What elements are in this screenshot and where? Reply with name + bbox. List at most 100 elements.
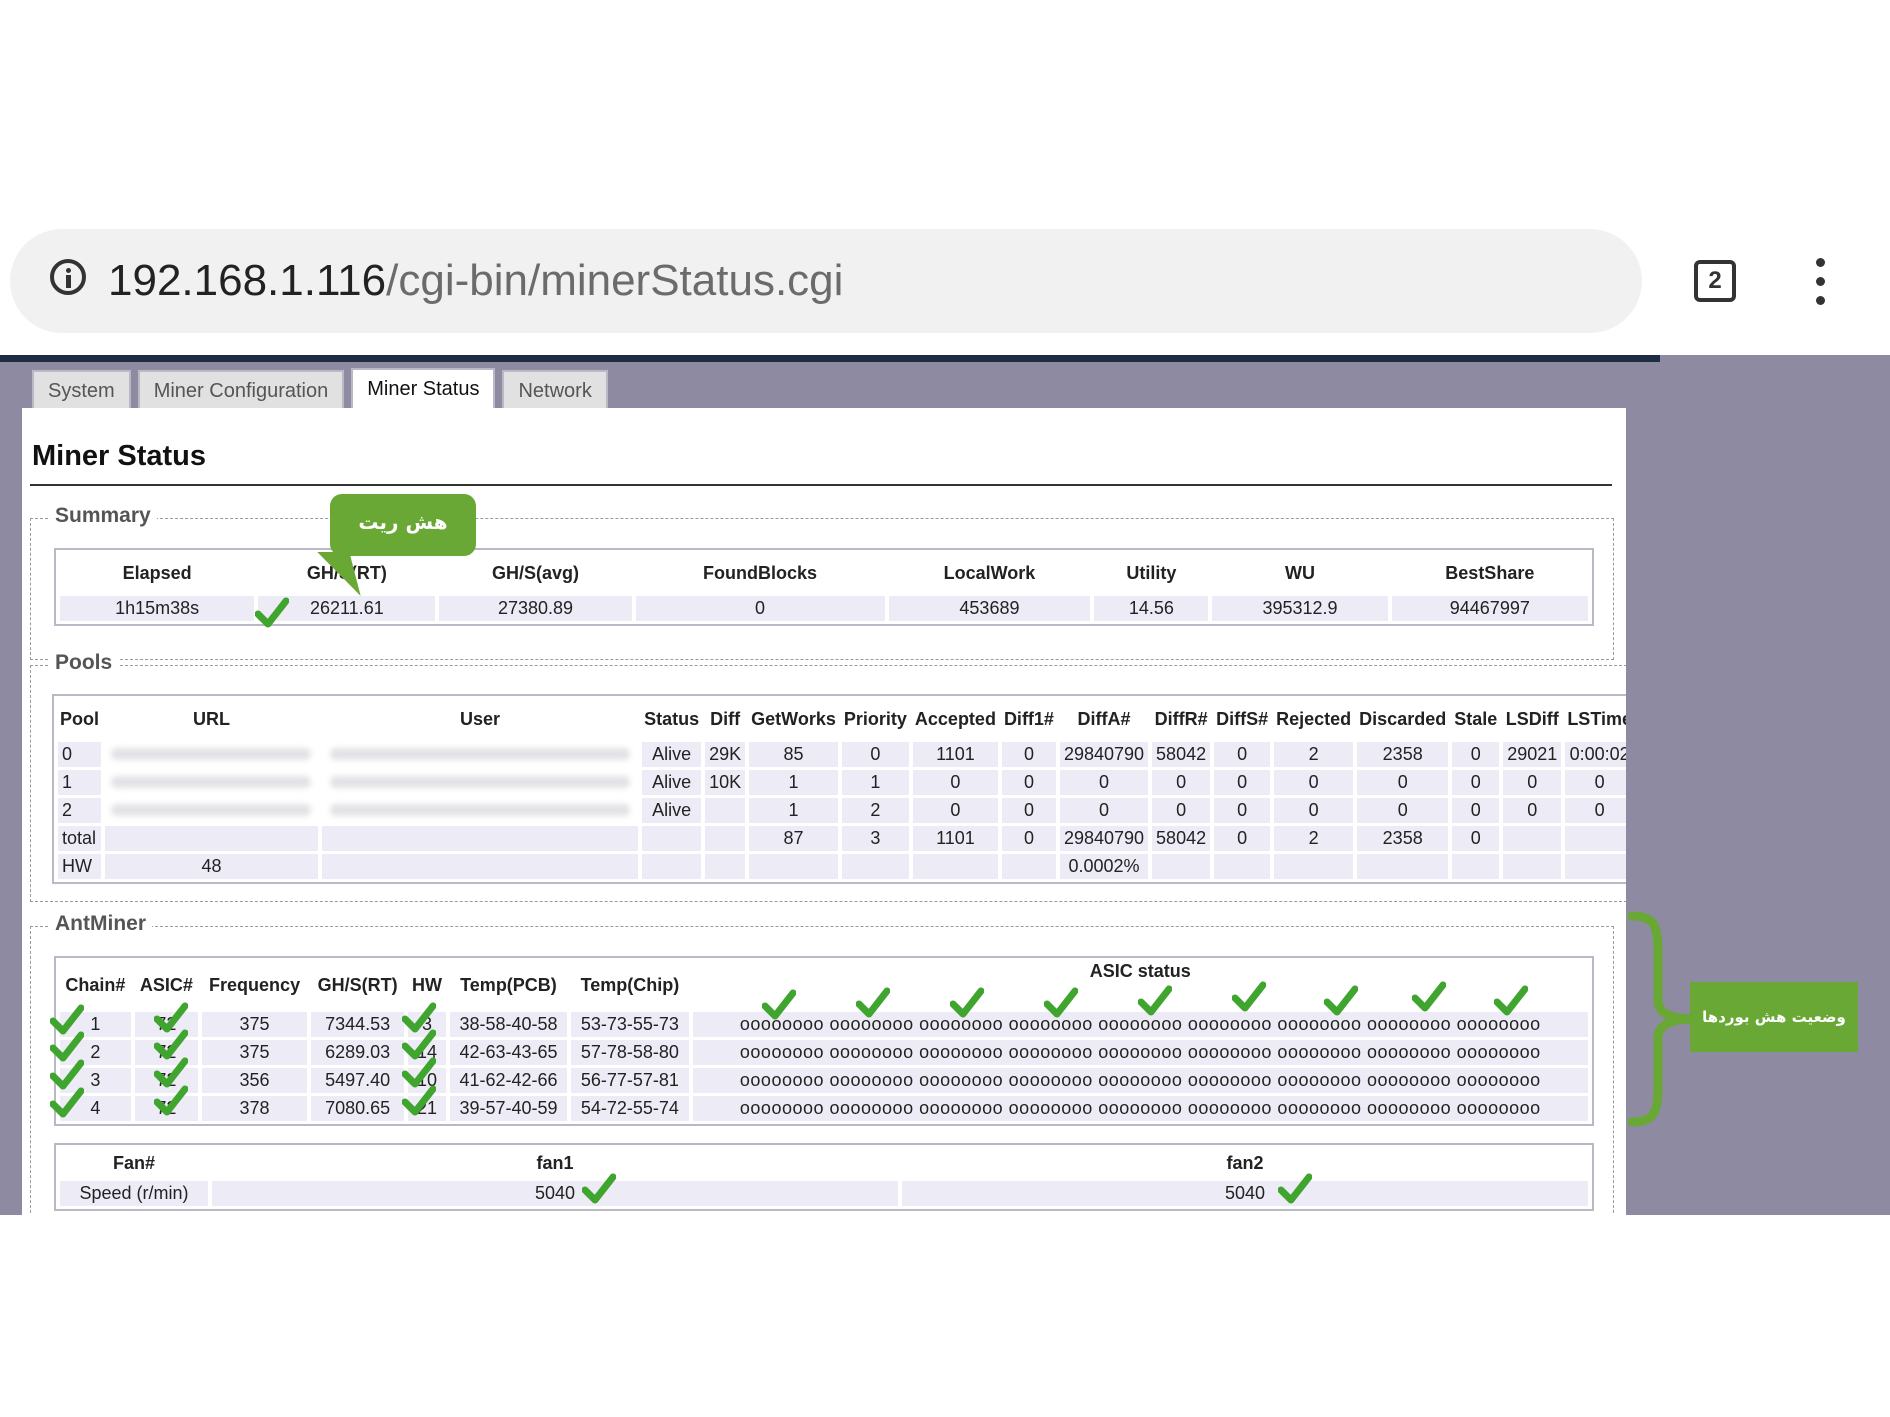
check-icon: [762, 988, 796, 1022]
pool-cell: 0: [1001, 770, 1056, 795]
antminer-header-row: Chain# ASIC# Frequency GH/S(RT) HW Temp(…: [60, 961, 1588, 1009]
pool-cell: 0: [1001, 798, 1056, 823]
pool-cell: [321, 798, 639, 823]
summary-row: 1h15m38s 26211.61 27380.89 0 453689 14.5…: [60, 596, 1588, 621]
antminer-legend: AntMiner: [49, 912, 152, 936]
col-ghs-avg: GH/S(avg): [491, 562, 579, 583]
pool-cell: 1101: [912, 742, 998, 767]
fan2-speed: 5040: [902, 1181, 1588, 1206]
pool-cell: 0: [1152, 770, 1211, 795]
pool-cell: 0.0002%: [1059, 854, 1149, 879]
check-icon: [950, 986, 984, 1020]
tab-network[interactable]: Network: [502, 370, 608, 408]
pool-row: 0 Alive 29K 85 0 1101 0 29840790 58042 0 2 2358 0 290…: [58, 742, 1626, 767]
chain-cell: 56-77-57-81: [571, 1068, 689, 1093]
overflow-menu-icon[interactable]: [1812, 258, 1828, 306]
pools-header-row: Pool URL User Status Diff GetWorks Prior…: [58, 699, 1626, 739]
pool-cell: 0: [1357, 770, 1449, 795]
chain-cell: 356: [201, 1068, 308, 1093]
col-discarded: Discarded: [1359, 708, 1447, 729]
pool-cell: [642, 854, 702, 879]
fans-header-row: Fan# fan1 fan2: [60, 1148, 1588, 1178]
chain-cell: 41-62-42-66: [449, 1068, 568, 1093]
pool-cell: 0: [841, 742, 909, 767]
chain-cell: 38-58-40-58: [449, 1012, 568, 1037]
pool-cell: 2: [1274, 742, 1354, 767]
tab-miner-configuration[interactable]: Miner Configuration: [137, 370, 345, 408]
pool-cell: 0: [1452, 742, 1500, 767]
col-diff: Diff: [710, 708, 741, 729]
col-priority: Priority: [843, 708, 907, 729]
pool-cell: [1565, 854, 1626, 879]
col-bestshare: BestShare: [1445, 562, 1535, 583]
pool-cell: [105, 798, 318, 823]
pool-cell: 0: [912, 798, 998, 823]
pool-cell: 0: [1214, 798, 1271, 823]
fans-speed-row: Speed (r/min) 5040 5040: [60, 1181, 1588, 1206]
pools-legend: Pools: [49, 651, 119, 675]
chain-cell: 54-72-55-74: [571, 1096, 689, 1121]
tab-miner-status[interactable]: Miner Status: [351, 368, 496, 410]
asic-status-cell: oooooooo oooooooo oooooooo oooooooo oooo…: [692, 1068, 1588, 1093]
pool-cell: 0: [1214, 742, 1271, 767]
tab-system[interactable]: System: [32, 370, 131, 408]
fan1-speed: 5040: [212, 1181, 898, 1206]
pool-cell: 0: [1214, 770, 1271, 795]
elapsed-value: 1h15m38s: [60, 596, 255, 621]
redacted-text: [330, 776, 631, 788]
col-diffs: DiffS#: [1216, 708, 1269, 729]
wu-value: 395312.9: [1212, 596, 1388, 621]
pools-table: Pool URL User Status Diff GetWorks Prior…: [52, 694, 1626, 884]
info-icon[interactable]: [50, 259, 86, 295]
pool-cell: [912, 854, 998, 879]
pool-cell: 0: [1357, 798, 1449, 823]
pool-cell: [105, 742, 318, 767]
pool-cell: [705, 798, 746, 823]
chain-cell: 375: [201, 1012, 308, 1037]
pool-cell: 0: [1565, 770, 1626, 795]
check-icon: [856, 986, 890, 1020]
pool-cell: 0: [1059, 770, 1149, 795]
pool-cell: 29840790: [1059, 826, 1149, 851]
col-user: User: [460, 708, 501, 729]
tab-bar: System Miner Configuration Miner Status …: [32, 368, 608, 410]
col-chain-ghs: GH/S(RT): [317, 974, 398, 995]
chain-cell: 6289.03: [311, 1040, 405, 1065]
pool-cell: 0: [1452, 826, 1500, 851]
pool-row: 2 Alive 1 2 0 0 0 0 0 0 0 0 0 0: [58, 798, 1626, 823]
check-icon: [50, 1086, 84, 1120]
check-icon: [582, 1172, 616, 1206]
url-text[interactable]: 192.168.1.116/cgi-bin/minerStatus.cgi: [108, 251, 843, 311]
col-fan1: fan1: [536, 1152, 574, 1173]
pool-cell: 0: [1565, 798, 1626, 823]
pool-cell: [642, 826, 702, 851]
pool-cell: 2: [1274, 826, 1354, 851]
check-icon: [1232, 980, 1266, 1014]
content-panel: Miner Status Summary Elapsed GH/S(RT) GH…: [22, 408, 1626, 1215]
chain-row: 3 72 356 5497.40 10 41-62-42-66 56-77-57-81 ooo…: [60, 1068, 1588, 1093]
check-icon: [1278, 1172, 1312, 1206]
check-icon: [1138, 984, 1172, 1018]
tab-switcher-icon[interactable]: 2: [1694, 260, 1736, 302]
address-bar[interactable]: 192.168.1.116/cgi-bin/minerStatus.cgi: [10, 229, 1642, 333]
chain-cell: 378: [201, 1096, 308, 1121]
check-icon: [1412, 980, 1446, 1014]
check-icon: [1494, 984, 1528, 1018]
chain-row: 4 72 378 7080.65 21 39-57-40-59 54-72-55-74 ooo…: [60, 1096, 1588, 1121]
pool-row: 1 Alive 10K 1 1 0 0 0 0 0 0 0 0 0 0: [58, 770, 1626, 795]
col-diffa: DiffA#: [1077, 708, 1131, 729]
pool-cell: 2: [58, 798, 101, 823]
col-url: URL: [192, 708, 230, 729]
col-temp-chip: Temp(Chip): [580, 974, 680, 995]
pool-cell: 0: [1274, 798, 1354, 823]
col-wu: WU: [1285, 562, 1315, 583]
page-title: Miner Status: [32, 440, 207, 472]
col-diffr: DiffR#: [1154, 708, 1208, 729]
col-diff1: Diff1#: [1003, 708, 1054, 729]
pool-cell: [105, 826, 318, 851]
pool-cell: 0: [1152, 798, 1211, 823]
check-icon: [255, 596, 289, 630]
foundblocks-value: 0: [635, 596, 885, 621]
check-icon: [154, 1084, 188, 1118]
pool-cell: 0: [1001, 742, 1056, 767]
